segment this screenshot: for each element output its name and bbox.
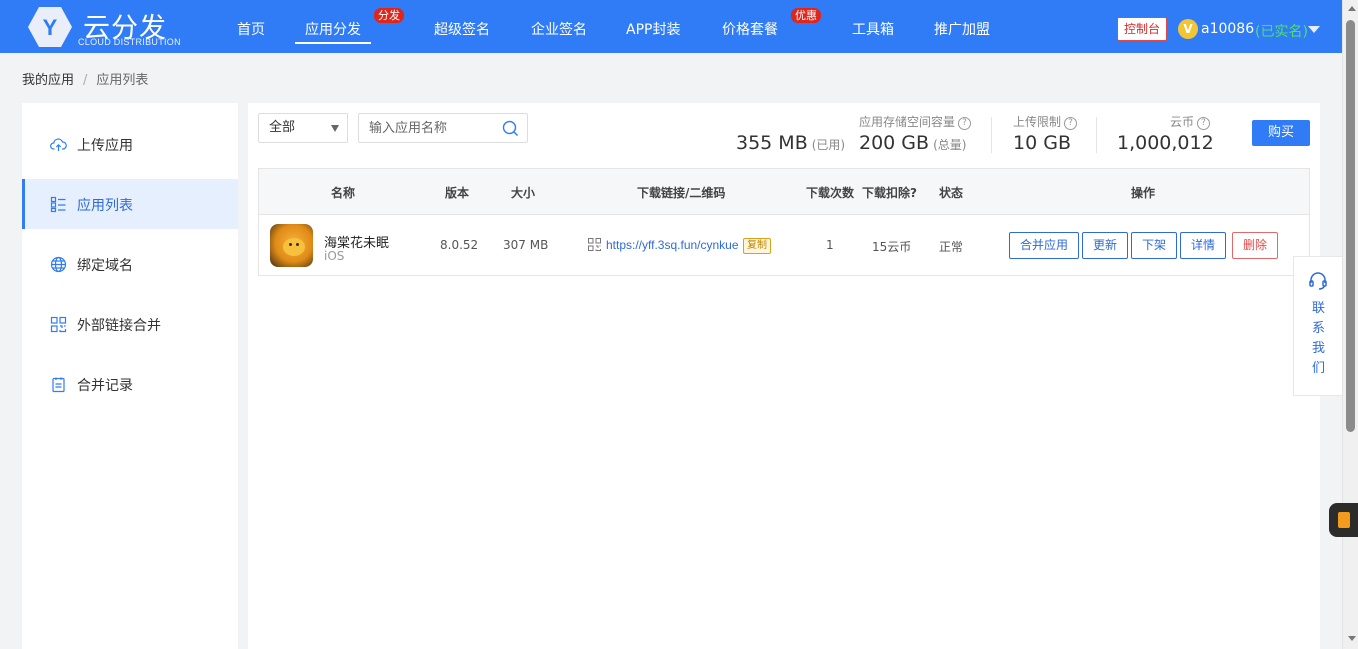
th-deduction: 下载扣除? [862,186,917,200]
th-status: 状态 [939,186,964,200]
buy-button[interactable]: 购买 [1252,120,1310,146]
th-downloads: 下载次数 [806,186,855,200]
app-platform: iOS [324,249,345,263]
platform-filter-select[interactable]: 全部 [258,113,348,143]
logo-hexagon-icon: Y [28,7,72,47]
download-deduction: 15云币 [872,240,912,254]
th-download-link: 下载链接/二维码 [637,186,726,200]
th-version: 版本 [445,186,470,200]
brand-subtitle: CLOUD DISTRIBUTION [78,37,181,47]
stat-divider [1096,117,1097,153]
search-icon[interactable] [502,120,519,137]
vip-icon: V [1178,19,1198,39]
search-input[interactable] [359,114,497,142]
scrollbar-thumb[interactable] [1346,20,1355,432]
table-header: 名称 版本 大小 下载链接/二维码 下载次数 下载扣除? 状态 操作 [259,169,1309,215]
headset-icon [1309,272,1327,290]
contact-us-label: 联 系 我 们 [1311,301,1325,376]
help-icon[interactable]: ? [1064,117,1078,130]
nav-item-toolbox[interactable]: 工具箱 [852,0,894,53]
sidebar: 上传应用 应用列表 绑定域名 外部链接合并 合并记录 [22,103,238,649]
scroll-up-arrow-icon[interactable] [1348,6,1356,11]
take-offline-button[interactable]: 下架 [1131,232,1177,259]
breadcrumb-my-apps[interactable]: 我的应用 [22,73,74,88]
breadcrumb: 我的应用 / 应用列表 [22,69,148,88]
sidebar-item-label: 合并记录 [77,378,133,394]
caret-down-icon [331,125,339,132]
stat-coins-label: 云币? [1170,113,1211,130]
nav-item-home[interactable]: 首页 [237,0,265,53]
merge-app-button[interactable]: 合并应用 [1009,232,1079,259]
breadcrumb-separator: / [83,73,88,88]
stat-used-storage: 355 MB (已用) [736,132,846,154]
help-icon[interactable]: ? [1197,117,1211,130]
app-version: 8.0.52 [440,238,479,252]
delete-button[interactable]: 删除 [1232,232,1278,259]
stat-storage-total: 200 GB (总量) [859,132,967,154]
clipboard-icon [52,377,65,393]
user-name[interactable]: a10086 [1201,21,1254,37]
sidebar-item-bind-domain[interactable]: 绑定域名 [22,239,238,289]
search-box [358,113,528,143]
th-name: 名称 [331,186,356,200]
nav-item-pricing[interactable]: 价格套餐 [722,0,778,53]
app-size: 307 MB [503,238,549,252]
sidebar-item-label: 应用列表 [77,198,133,214]
chevron-down-icon[interactable] [1308,26,1320,33]
brand-logo[interactable]: Y 云分发 CLOUD DISTRIBUTION [28,2,188,50]
scroll-down-arrow-icon[interactable] [1348,636,1356,641]
floating-tool-button[interactable] [1329,503,1358,537]
nav-item-affiliate[interactable]: 推广加盟 [934,0,990,53]
nav-item-enterprise-sign[interactable]: 企业签名 [531,0,587,53]
contact-us-float[interactable]: 联 系 我 们 [1293,256,1342,396]
nav-badge-discount: 优惠 [791,8,821,23]
copy-link-button[interactable]: 复制 [743,238,771,254]
th-actions: 操作 [1131,186,1156,200]
detail-button[interactable]: 详情 [1180,232,1226,259]
stat-upload-limit-label: 上传限制? [1013,113,1078,130]
sidebar-item-external-merge[interactable]: 外部链接合并 [22,299,238,349]
user-verified-status: (已实名) [1255,24,1308,40]
sidebar-item-label: 绑定域名 [77,258,133,274]
cloud-upload-icon [50,138,67,151]
console-button[interactable]: 控制台 [1117,17,1167,41]
help-icon[interactable]: ? [958,117,972,130]
bottle-icon [1338,512,1350,528]
filter-selected-value: 全部 [269,120,296,135]
globe-icon [50,256,67,273]
sidebar-item-app-list[interactable]: 应用列表 [22,179,238,229]
breadcrumb-app-list: 应用列表 [96,73,149,88]
table-row: 海棠花未眠 iOS 8.0.52 307 MB https://yff.3sq.… [259,216,1309,275]
top-navbar: Y 云分发 CLOUD DISTRIBUTION 首页 应用分发 分发 超级签名… [0,0,1342,53]
app-status: 正常 [939,240,964,254]
stat-coins: 1,000,012 [1117,132,1214,154]
qrcode-icon [50,316,67,333]
sidebar-item-merge-records[interactable]: 合并记录 [22,359,238,409]
th-size: 大小 [511,186,536,200]
nav-badge-distribution: 分发 [374,8,404,23]
sidebar-item-label: 外部链接合并 [77,318,161,334]
nav-item-app-wrap[interactable]: APP封装 [626,0,680,53]
nav-item-app-distribution[interactable]: 应用分发 [295,0,371,53]
stat-divider [991,117,992,153]
app-table: 名称 版本 大小 下载链接/二维码 下载次数 下载扣除? 状态 操作 海棠花未眠… [258,168,1310,276]
stat-storage-label: 应用存储空间容量? [859,113,972,130]
main-panel: 全部 355 MB(已用) 应用存储空间容量? 200 GB(总量) 上传限制?… [248,103,1320,649]
app-icon [270,224,313,267]
page-scrollbar[interactable] [1342,0,1358,649]
sidebar-item-label: 上传应用 [77,138,133,154]
download-link[interactable]: https://yff.3sq.fun/cynkue [606,238,739,252]
stat-upload-limit: 10 GB [1013,132,1071,154]
update-button[interactable]: 更新 [1082,232,1128,259]
download-count: 1 [826,238,834,252]
list-icon [50,196,66,213]
sidebar-item-upload[interactable]: 上传应用 [22,119,238,169]
qrcode-icon[interactable] [588,238,601,251]
nav-item-super-sign[interactable]: 超级签名 [434,0,490,53]
logo-letter: Y [43,15,58,40]
